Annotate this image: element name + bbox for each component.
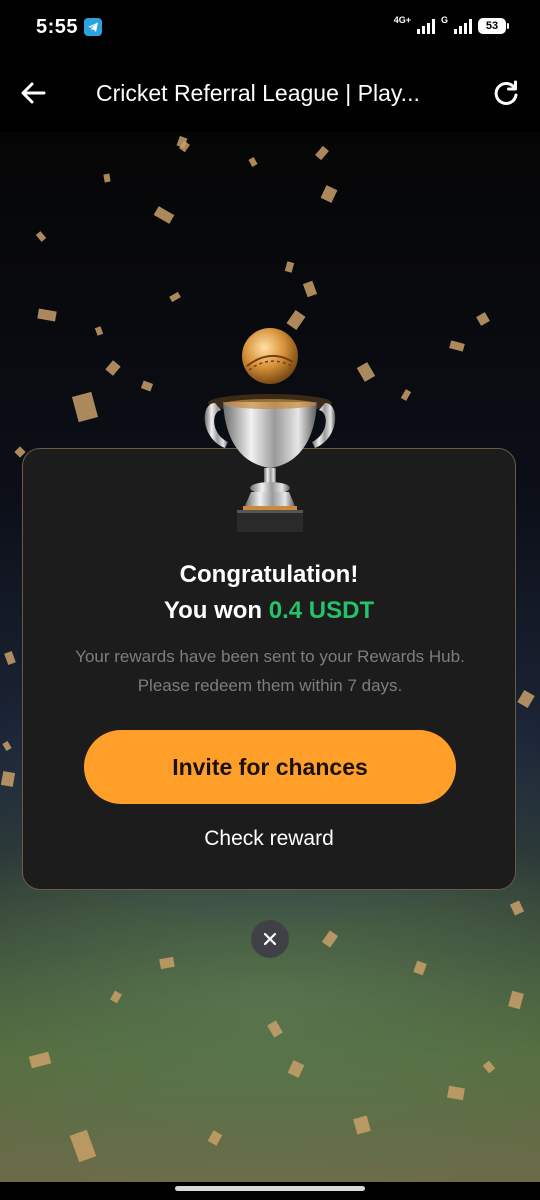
confetti xyxy=(447,1085,465,1101)
invite-for-chances-button[interactable]: Invite for chances xyxy=(84,730,456,804)
confetti xyxy=(267,1020,283,1038)
won-prefix: You won xyxy=(163,597,269,624)
congratulation-heading: Congratulation! xyxy=(179,561,359,588)
page-title: Cricket Referral League | Play... xyxy=(96,80,420,106)
refresh-button[interactable] xyxy=(486,73,526,113)
confetti xyxy=(69,1129,97,1163)
confetti xyxy=(286,310,306,330)
confetti xyxy=(140,380,154,392)
status-time: 5:55 xyxy=(36,16,79,38)
confetti xyxy=(153,206,175,224)
confetti xyxy=(248,157,258,167)
status-bar: 5:55 4G+ G 53 xyxy=(0,0,540,58)
confetti xyxy=(508,990,524,1010)
reward-description: Your rewards have been sent to your Rewa… xyxy=(75,647,465,695)
confetti xyxy=(35,231,47,242)
confetti xyxy=(103,173,111,183)
confetti xyxy=(356,362,376,382)
confetti xyxy=(509,900,525,916)
status-indicators: 4G+ G 53 xyxy=(393,14,509,38)
refresh-icon xyxy=(494,80,518,105)
confetti xyxy=(71,391,99,423)
telegram-icon xyxy=(84,18,102,36)
confetti xyxy=(449,340,465,352)
arrow-left-icon xyxy=(21,82,46,104)
confetti xyxy=(482,1060,496,1074)
confetti xyxy=(517,689,535,709)
confetti xyxy=(207,1130,223,1146)
confetti xyxy=(37,308,57,322)
confetti xyxy=(0,771,16,787)
won-amount: 0.4 USDT xyxy=(268,597,375,624)
confetti xyxy=(28,1051,52,1069)
close-button[interactable] xyxy=(251,920,289,958)
confetti xyxy=(110,990,122,1004)
confetti xyxy=(413,960,427,976)
system-nav-bar xyxy=(0,1182,540,1200)
confetti xyxy=(287,1060,305,1078)
confetti xyxy=(4,650,16,666)
signal-strength-icon xyxy=(416,18,435,34)
confetti xyxy=(169,291,181,303)
home-indicator[interactable] xyxy=(175,1186,365,1191)
confetti xyxy=(400,389,412,401)
confetti xyxy=(2,741,12,751)
confetti xyxy=(105,360,121,376)
battery-icon: 53 xyxy=(478,18,509,34)
confetti xyxy=(284,261,295,273)
confetti xyxy=(302,280,318,298)
confetti xyxy=(94,326,104,336)
trophy-icon xyxy=(204,328,336,532)
app-bar: Cricket Referral League | Play... xyxy=(0,58,540,132)
confetti xyxy=(476,312,490,326)
confetti xyxy=(353,1115,371,1135)
close-icon xyxy=(263,932,277,946)
confetti xyxy=(315,145,329,161)
network-type-primary: 4G+ xyxy=(393,14,411,25)
won-amount-line: You won 0.4 USDT xyxy=(23,597,515,625)
confetti xyxy=(320,185,338,203)
signal-strength-2-icon xyxy=(454,18,472,34)
check-reward-link[interactable]: Check reward xyxy=(23,827,515,851)
back-button[interactable] xyxy=(14,73,54,113)
confetti xyxy=(159,956,175,970)
network-type-secondary: G xyxy=(440,14,448,25)
confetti xyxy=(321,930,339,948)
